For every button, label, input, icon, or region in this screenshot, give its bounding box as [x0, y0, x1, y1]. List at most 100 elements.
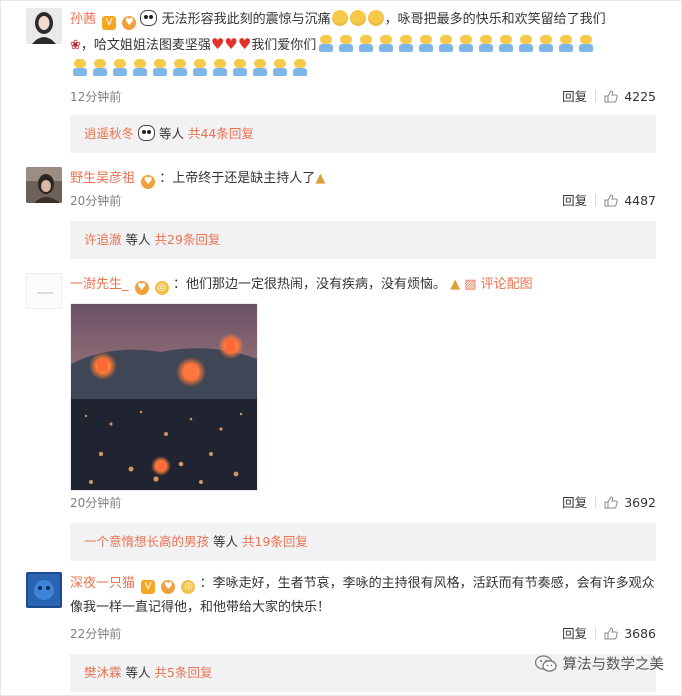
mourning-emoji-icon: [232, 59, 248, 76]
fan-badge-icon: ♥: [141, 175, 156, 189]
comment-text-part: 无法形容我此刻的震惊与沉痛: [161, 12, 331, 27]
verified-v-icon: V: [102, 16, 117, 30]
rose-icon: ❀: [70, 38, 81, 53]
mourning-emoji-icon: [418, 35, 434, 52]
avatar[interactable]: [26, 572, 62, 608]
mourning-emoji-icon: [252, 59, 268, 76]
fan-badge-icon: ♥: [134, 281, 149, 295]
username[interactable]: 一澍先生_: [70, 277, 129, 292]
reply-button[interactable]: 回复: [562, 495, 587, 510]
wechat-icon: [534, 655, 557, 672]
fan-badge-icon: ♥: [122, 16, 137, 30]
timestamp: 12分钟前: [70, 90, 122, 104]
replier-name[interactable]: 许追澈: [84, 232, 122, 247]
fan-badge-icon: ♥: [161, 580, 176, 594]
reply-count-link[interactable]: 共19条回复: [242, 534, 308, 549]
like-count: 3686: [624, 626, 656, 641]
reply-count-link[interactable]: 共44条回复: [188, 126, 254, 141]
reply-count-link[interactable]: 共29条回复: [155, 232, 221, 247]
etc-label: 等人: [213, 534, 239, 549]
mourning-emoji-icon: [478, 35, 494, 52]
comment-body: 深夜一只猫 V ♥ ◎ ：李咏走好，生者节哀，李咏的主持很有风格，活跃而有节奏感…: [70, 572, 656, 620]
panda-emoji-icon: [138, 125, 155, 141]
panda-emoji-icon: [140, 10, 158, 26]
comment-text-part: ，咏哥把最多的快乐和欢笑留给了我们: [384, 12, 606, 27]
crying-emoji-icon: [367, 10, 384, 26]
like-button[interactable]: 3686: [604, 626, 656, 641]
replies-summary[interactable]: 逍遥秋冬 等人 共44条回复: [70, 115, 656, 153]
reply-button[interactable]: 回复: [562, 89, 587, 104]
mourning-emoji-icon: [272, 59, 288, 76]
comment-body: 一澍先生_ ♥ ◎ ：他们那边一定很热闹，没有疾病，没有烦恼。 ▲ ▨ 评论配图: [70, 273, 656, 297]
member-badge-icon: ◎: [181, 580, 196, 594]
timestamp: 22分钟前: [70, 627, 122, 641]
comment-text-part: ，哈文姐姐法图麦坚强: [80, 38, 211, 53]
avatar[interactable]: [26, 273, 62, 309]
comment-text: ：他们那边一定很热闹，没有疾病，没有烦恼。: [172, 277, 446, 292]
reply-count-link[interactable]: 共5条回复: [155, 665, 213, 680]
timestamp: 20分钟前: [70, 194, 122, 208]
like-count: 4225: [624, 89, 656, 104]
comment-actions: 回复 3686: [562, 624, 656, 644]
comment-picture-link[interactable]: 评论配图: [481, 277, 533, 292]
replies-summary[interactable]: 一个意惰想长高的男孩 等人 共19条回复: [70, 523, 656, 561]
replies-summary[interactable]: 许追澈 等人 共29条回复: [70, 221, 656, 259]
mourning-emoji-icon: [458, 35, 474, 52]
comment-meta: 20分钟前 回复 3692: [70, 493, 656, 513]
replier-name[interactable]: 一个意惰想长高的男孩: [84, 534, 209, 549]
mourning-emoji-icon: [538, 35, 554, 52]
crying-emoji-icon: [349, 10, 366, 26]
comment-meta: 22分钟前 回复 3686: [70, 624, 656, 644]
replier-name[interactable]: 逍遥秋冬: [84, 126, 134, 141]
member-badge-icon: ◎: [154, 281, 169, 295]
username[interactable]: 孙茜: [70, 12, 96, 27]
mourning-emoji-icon: [498, 35, 514, 52]
like-count: 3692: [624, 495, 656, 510]
avatar[interactable]: [26, 167, 62, 203]
picture-icon[interactable]: ▨: [464, 277, 476, 292]
comment-image[interactable]: [70, 303, 258, 491]
thumbs-up-icon: [604, 90, 618, 103]
comment-body: 野生吴彦祖 ♥ ：上帝终于还是缺主持人了▲: [70, 167, 656, 191]
verified-v-icon: V: [141, 580, 156, 594]
mourning-emoji-icon: [518, 35, 534, 52]
comment-actions: 回复 4225: [562, 87, 656, 107]
like-button[interactable]: 3692: [604, 495, 656, 510]
comment-actions: 回复 3692: [562, 493, 656, 513]
mourning-emoji-icon: [212, 59, 228, 76]
etc-label: 等人: [158, 126, 184, 141]
divider: [595, 496, 597, 508]
comment-meta: 20分钟前 回复 4487: [70, 191, 656, 211]
username[interactable]: 深夜一只猫: [70, 576, 135, 591]
divider: [595, 194, 597, 206]
heart-icon: ♥: [237, 35, 252, 53]
mourning-emoji-icon: [438, 35, 454, 52]
like-button[interactable]: 4487: [604, 193, 656, 208]
mourning-emoji-icon: [398, 35, 414, 52]
mourning-emoji-icon: [578, 35, 594, 52]
thumbs-up-icon: [604, 194, 618, 207]
comment-text: ：上帝终于还是缺主持人了: [159, 171, 316, 186]
thumbs-up-icon: [604, 627, 618, 640]
comment-actions: 回复 4487: [562, 191, 656, 211]
mourning-emoji-icon: [378, 35, 394, 52]
heart-icon: ♥: [210, 35, 225, 53]
username[interactable]: 野生吴彦祖: [70, 171, 135, 186]
like-button[interactable]: 4225: [604, 89, 656, 104]
avatar[interactable]: [26, 8, 62, 44]
replier-name[interactable]: 樊沐霖: [84, 665, 122, 680]
mourning-emoji-icon: [172, 59, 188, 76]
mourning-emoji-icon: [132, 59, 148, 76]
watermark-text: 算法与数学之美: [562, 657, 665, 673]
mourning-emoji-icon: [92, 59, 108, 76]
mourning-emoji-icon: [72, 59, 88, 76]
mourning-emoji-icon: [292, 59, 308, 76]
thumbs-up-icon: [604, 496, 618, 509]
like-count: 4487: [624, 193, 656, 208]
comment-text: ：李咏走好，生者节哀，李咏的主持很有风格，活跃而有节奏感，会有许多观众像我一样一…: [70, 576, 655, 615]
reply-button[interactable]: 回复: [562, 626, 587, 641]
praying-hands-icon: ▲: [315, 171, 326, 186]
reply-button[interactable]: 回复: [562, 193, 587, 208]
watermark: 算法与数学之美: [534, 653, 665, 674]
mourning-emoji-icon: [152, 59, 168, 76]
